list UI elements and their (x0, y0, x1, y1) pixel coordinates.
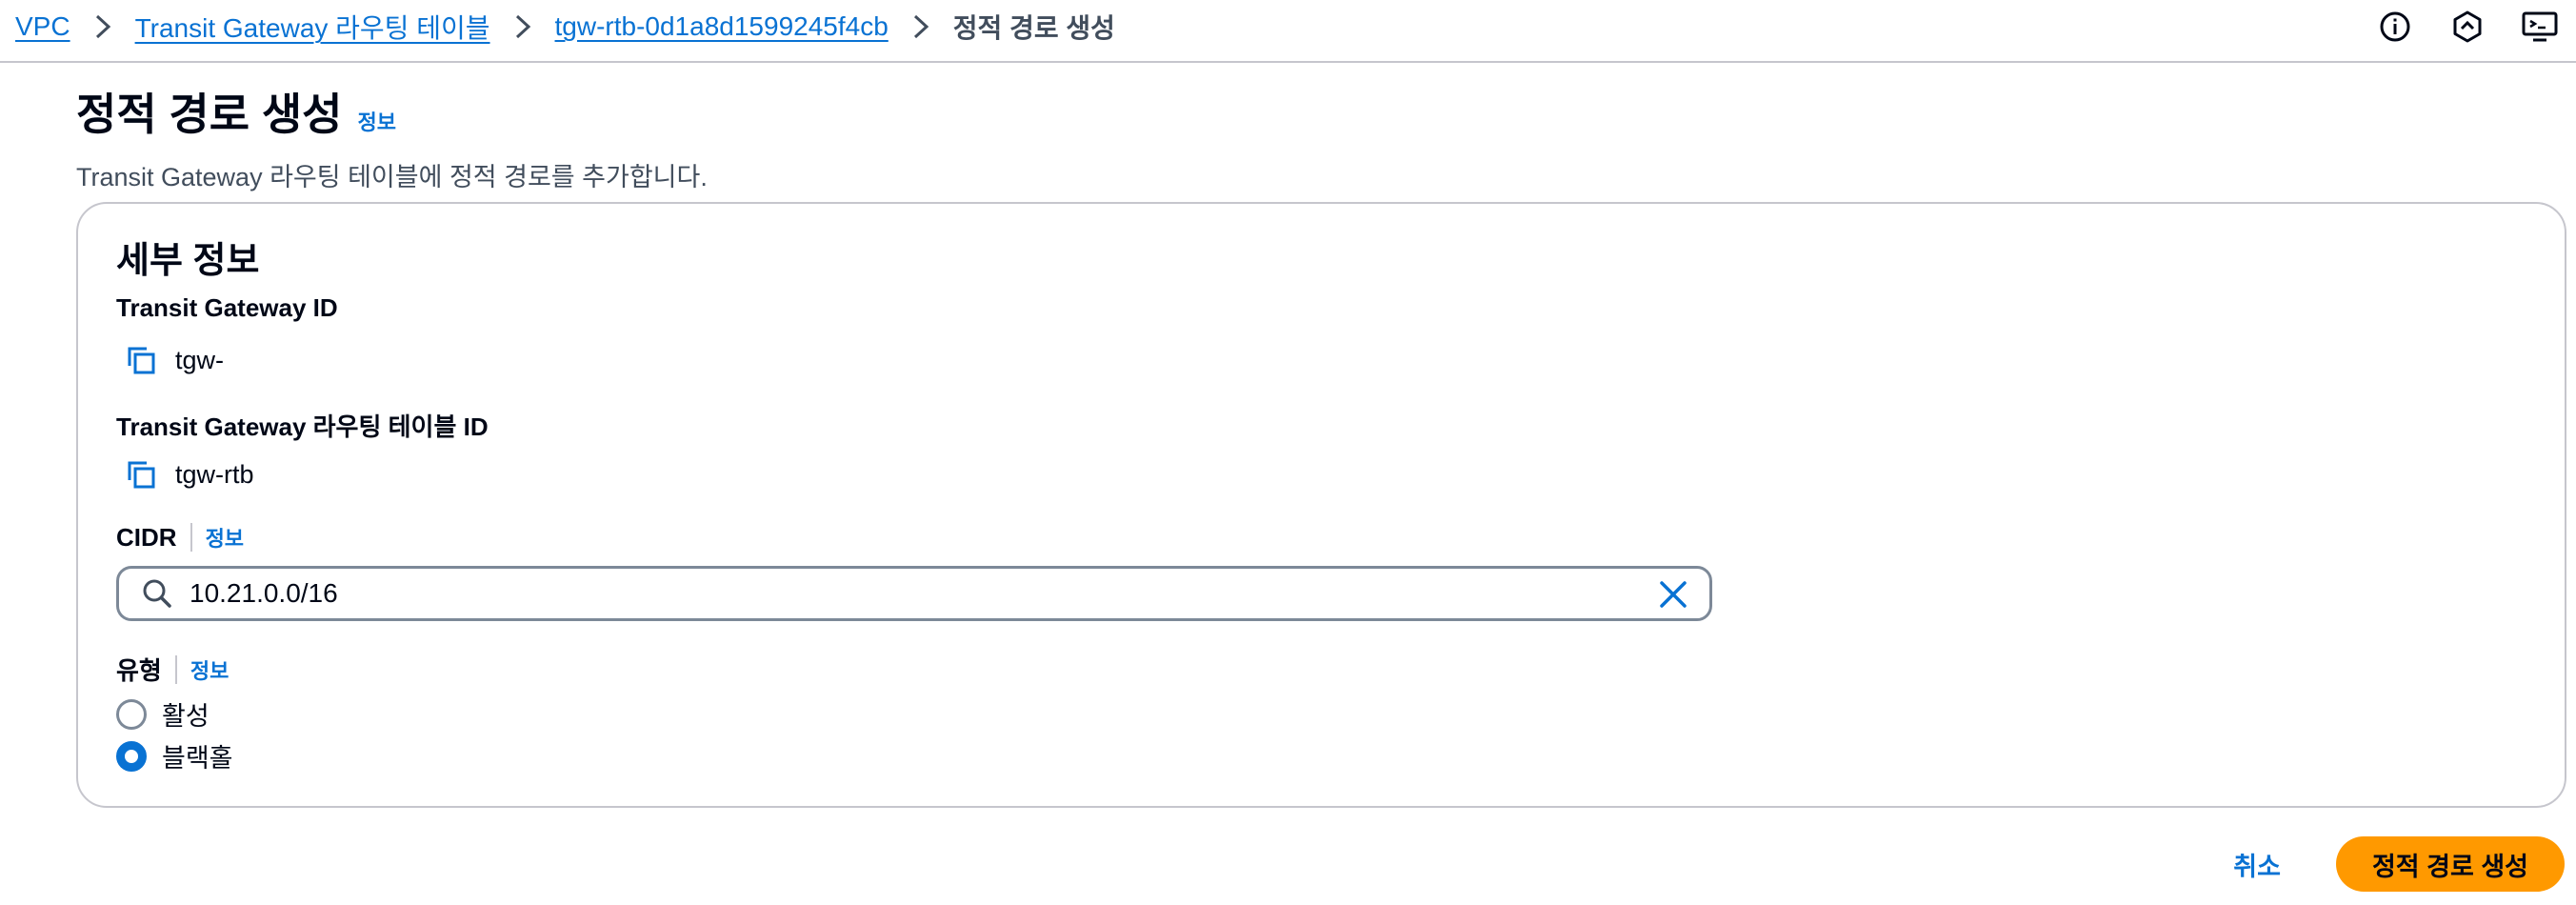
chevron-right-icon (515, 14, 530, 39)
tgw-id-field: tgw- (116, 335, 224, 385)
breadcrumb: VPC Transit Gateway 라우팅 테이블 tgw-rtb-0d1a… (15, 8, 1115, 46)
radio-option-blackhole[interactable]: 블랙홀 (116, 737, 233, 774)
breadcrumb-link-route-tables[interactable]: Transit Gateway 라우팅 테이블 (135, 8, 490, 46)
chevron-right-icon (913, 14, 929, 39)
create-static-route-button[interactable]: 정적 경로 생성 (2335, 836, 2565, 892)
breadcrumb-link-vpc[interactable]: VPC (15, 11, 70, 42)
copy-icon[interactable] (116, 335, 166, 385)
top-icon-group (2372, 4, 2563, 50)
type-info-link[interactable]: 정보 (190, 654, 229, 685)
radio-option-active[interactable]: 활성 (116, 695, 210, 733)
page-description: Transit Gateway 라우팅 테이블에 정적 경로를 추가합니다. (76, 163, 708, 191)
rtb-id-value: tgw-rtb (175, 459, 254, 489)
label-divider (190, 523, 192, 552)
cidr-label: CIDR (116, 522, 177, 552)
title-info-link[interactable]: 정보 (357, 106, 395, 136)
top-bar: VPC Transit Gateway 라우팅 테이블 tgw-rtb-0d1a… (0, 0, 2576, 63)
title-row: 정적 경로 생성 정보 (76, 80, 708, 143)
close-icon[interactable] (1654, 575, 1692, 613)
hexagon-settings-icon[interactable] (2445, 4, 2490, 50)
rtb-id-label: Transit Gateway 라우팅 테이블 ID (116, 412, 489, 441)
page-title: 정적 경로 생성 (76, 90, 343, 139)
search-icon (138, 574, 176, 613)
cidr-input[interactable] (190, 578, 1618, 609)
cidr-label-row: CIDR 정보 (116, 522, 244, 553)
type-label: 유형 (116, 656, 162, 685)
breadcrumb-link-route-table-id[interactable]: tgw-rtb-0d1a8d1599245f4cb (555, 11, 889, 42)
radio-label-blackhole: 블랙홀 (162, 744, 233, 773)
radio-label-active: 활성 (162, 702, 210, 731)
label-divider (174, 654, 177, 684)
radio-button-selected[interactable] (116, 740, 147, 772)
type-label-row: 유형 정보 (116, 652, 229, 687)
cancel-button[interactable]: 취소 (2224, 838, 2290, 891)
page-header: 정적 경로 생성 정보 Transit Gateway 라우팅 테이블에 정적 … (76, 80, 708, 193)
cidr-info-link[interactable]: 정보 (206, 522, 244, 553)
copy-icon[interactable] (116, 450, 166, 499)
details-panel: 세부 정보 Transit Gateway ID tgw- Transit Ga… (76, 202, 2566, 808)
cidr-search-field[interactable] (116, 566, 1712, 621)
rtb-id-field: tgw-rtb (116, 450, 254, 499)
radio-button-unselected[interactable] (116, 698, 147, 730)
tgw-id-label: Transit Gateway ID (116, 293, 338, 322)
form-actions: 취소 정적 경로 생성 (2224, 836, 2565, 892)
monitor-icon[interactable] (2517, 4, 2563, 50)
chevron-right-icon (95, 14, 110, 39)
tgw-id-value: tgw- (175, 345, 225, 374)
section-title: 세부 정보 (116, 241, 260, 281)
breadcrumb-current: 정적 경로 생성 (952, 13, 1115, 43)
info-circle-icon[interactable] (2372, 4, 2418, 50)
